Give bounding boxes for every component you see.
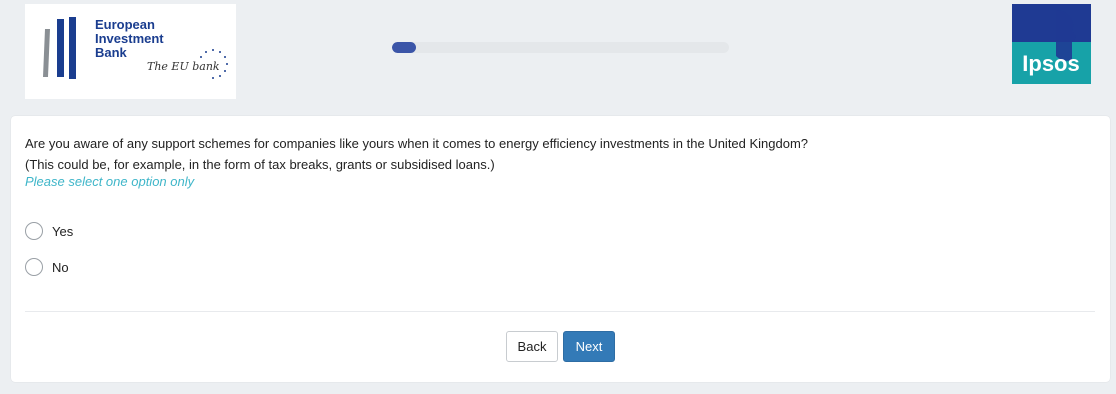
eib-name-line-1: European: [95, 17, 155, 32]
next-button[interactable]: Next: [563, 331, 615, 362]
ipsos-logo-text: Ipsos: [1022, 51, 1079, 76]
option-yes-label: Yes: [52, 223, 74, 239]
question-line-1: Are you aware of any support schemes for…: [25, 136, 809, 151]
survey-progress-fill: [392, 42, 416, 53]
question-line-2: (This could be, for example, in the form…: [25, 157, 495, 172]
question-card: Are you aware of any support schemes for…: [11, 116, 1110, 382]
question-hint: Please select one option only: [25, 174, 195, 189]
back-button[interactable]: Back: [506, 331, 558, 362]
option-no-radio[interactable]: [25, 258, 43, 276]
eib-name: European Investment Bank: [95, 18, 164, 60]
survey-header: European Investment Bank The EU bank Ips…: [0, 0, 1116, 108]
eu-stars-icon: [200, 49, 228, 79]
option-no[interactable]: No: [25, 256, 69, 278]
ipsos-logo: Ipsos: [1012, 4, 1091, 84]
eib-name-line-3: Bank: [95, 45, 127, 60]
eib-logo: European Investment Bank The EU bank: [25, 4, 236, 99]
survey-progress-bar: [392, 42, 729, 53]
divider: [25, 311, 1095, 312]
option-yes-radio[interactable]: [25, 222, 43, 240]
question-text: Are you aware of any support schemes for…: [25, 133, 1095, 175]
eib-bars-icon: [43, 17, 76, 79]
option-no-label: No: [52, 259, 69, 275]
eib-name-line-2: Investment: [95, 31, 164, 46]
option-yes[interactable]: Yes: [25, 220, 73, 242]
